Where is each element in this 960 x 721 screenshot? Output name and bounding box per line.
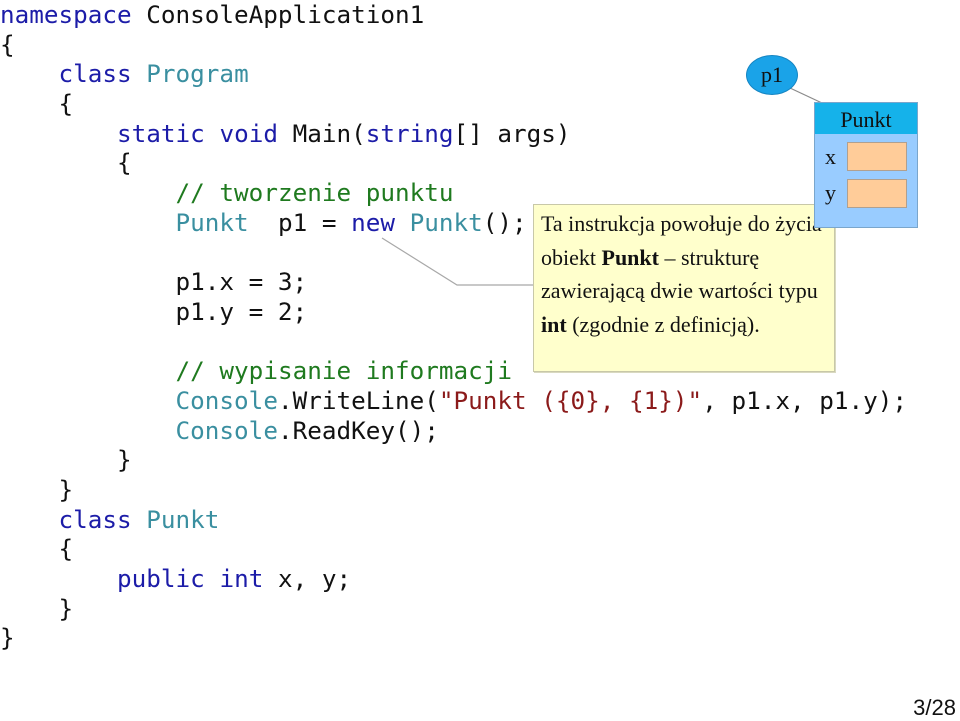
code-token: { [0, 148, 132, 178]
page-number: 3/28 [913, 695, 956, 720]
code-token: p1 = [248, 207, 352, 237]
code-token: (); [482, 207, 527, 237]
code-token: [] args) [453, 118, 571, 148]
code-line: static void Main(string[] args) [0, 119, 907, 149]
code-token: } [0, 593, 74, 623]
code-token: Console [175, 415, 278, 445]
field-label-y: y [825, 180, 836, 205]
code-line: namespace ConsoleApplication1 [0, 0, 907, 30]
code-token: ConsoleApplication1 [146, 0, 425, 29]
field-y-box [847, 179, 907, 208]
code-token: Program [146, 59, 249, 89]
code-token: static [117, 118, 220, 148]
code-token: "Punkt ({0}, {1})" [438, 385, 703, 415]
code-line: Console.WriteLine("Punkt ({0}, {1})", p1… [0, 386, 907, 416]
code-line: { [0, 148, 907, 178]
code-token: namespace [0, 0, 147, 29]
code-line: } [0, 594, 907, 624]
reference-p1: p1 [746, 55, 798, 95]
code-token: , p1.x, p1.y); [702, 385, 907, 415]
code-token: int [219, 564, 278, 594]
code-token: Main( [292, 118, 366, 148]
object-type-header: Punkt [815, 103, 917, 134]
code-token: } [0, 475, 74, 504]
code-token: p1.y = 2; [0, 296, 308, 326]
callout-text: Punkt [601, 244, 659, 270]
code-token: .ReadKey(); [277, 415, 439, 445]
code-token: } [0, 623, 15, 653]
code-line: } [0, 623, 907, 653]
code-token: } [0, 445, 132, 475]
code-token: class [58, 504, 147, 534]
object-punkt: Punkt x y [814, 102, 918, 228]
code-token: { [0, 89, 74, 119]
code-token: // wypisanie informacji [175, 356, 512, 386]
code-token: new [351, 207, 410, 237]
code-token: Console [175, 385, 278, 415]
code-line: } [0, 445, 907, 475]
callout-text: int [541, 311, 567, 337]
reference-label: p1 [761, 62, 783, 87]
code-token: .WriteLine( [277, 385, 439, 415]
code-token: { [0, 534, 74, 564]
explanation-callout: Ta instrukcja powołuje do życia obiekt P… [533, 204, 835, 372]
code-token: p1.x = 3; [0, 267, 308, 297]
code-token: Punkt [409, 207, 483, 237]
field-label-x: x [825, 144, 836, 169]
field-x-box [847, 142, 907, 171]
code-line: class Punkt [0, 505, 907, 535]
code-token: { [0, 29, 15, 59]
code-line: { [0, 534, 907, 564]
code-token: Punkt [175, 207, 249, 237]
callout-text: (zgodnie z definicją). [566, 311, 760, 337]
code-line: public int x, y; [0, 564, 907, 594]
code-token: void [219, 118, 293, 148]
code-token: x, y; [277, 564, 352, 594]
code-line: Console.ReadKey(); [0, 416, 907, 446]
code-token: class [58, 59, 147, 89]
code-token: Punkt [146, 504, 220, 534]
code-token: public [117, 564, 220, 594]
code-token: // tworzenie punktu [175, 178, 454, 208]
code-line: } [0, 475, 907, 505]
code-token: string [365, 118, 454, 148]
